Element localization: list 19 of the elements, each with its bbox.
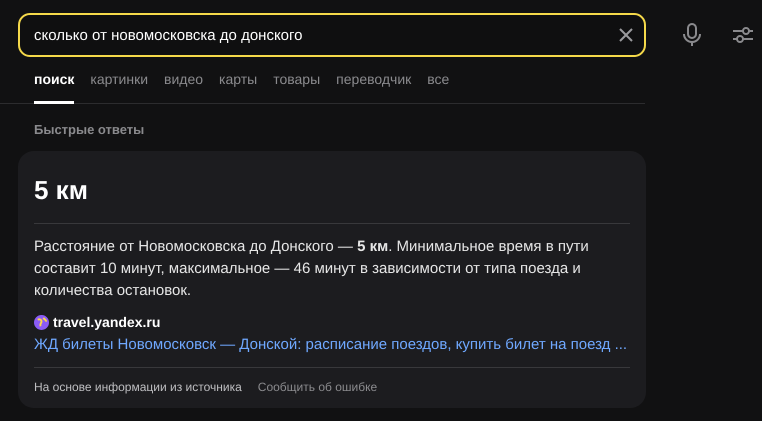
search-tab[interactable]: все xyxy=(427,69,450,104)
answer-headline: 5 км xyxy=(34,174,89,206)
search-tab[interactable]: поиск xyxy=(34,69,74,104)
search-tab[interactable]: картинки xyxy=(90,69,148,104)
globe-icon xyxy=(34,314,49,330)
microphone-icon[interactable] xyxy=(682,23,702,47)
close-icon[interactable] xyxy=(618,27,634,43)
source-link[interactable]: ЖД билеты Новомосковск — Донской: расписание поездов, купить билет на поезд ... xyxy=(34,334,628,356)
search-tab[interactable]: карты xyxy=(219,69,258,104)
settings-icon[interactable] xyxy=(732,25,754,45)
search-tab[interactable]: видео xyxy=(164,69,204,104)
search-tab[interactable]: переводчик xyxy=(336,69,412,104)
search-field[interactable]: сколько от новомосковска до донского xyxy=(18,13,646,57)
search-tab[interactable]: товары xyxy=(273,69,320,104)
section-title: Быстрые ответы xyxy=(34,121,146,139)
answer-text: Расстояние от Новомосковска до Донского — 5 км. Минимальное время в пути составит 10 минут, максимальное — 46 минут в зависимости от типа поезда и количества остановок. xyxy=(34,236,590,300)
source-domain[interactable]: travel.yandex.ru xyxy=(53,312,160,332)
source-note: На основе информации из источника xyxy=(34,378,242,396)
report-error-link[interactable]: Сообщить об ошибке xyxy=(258,378,378,396)
